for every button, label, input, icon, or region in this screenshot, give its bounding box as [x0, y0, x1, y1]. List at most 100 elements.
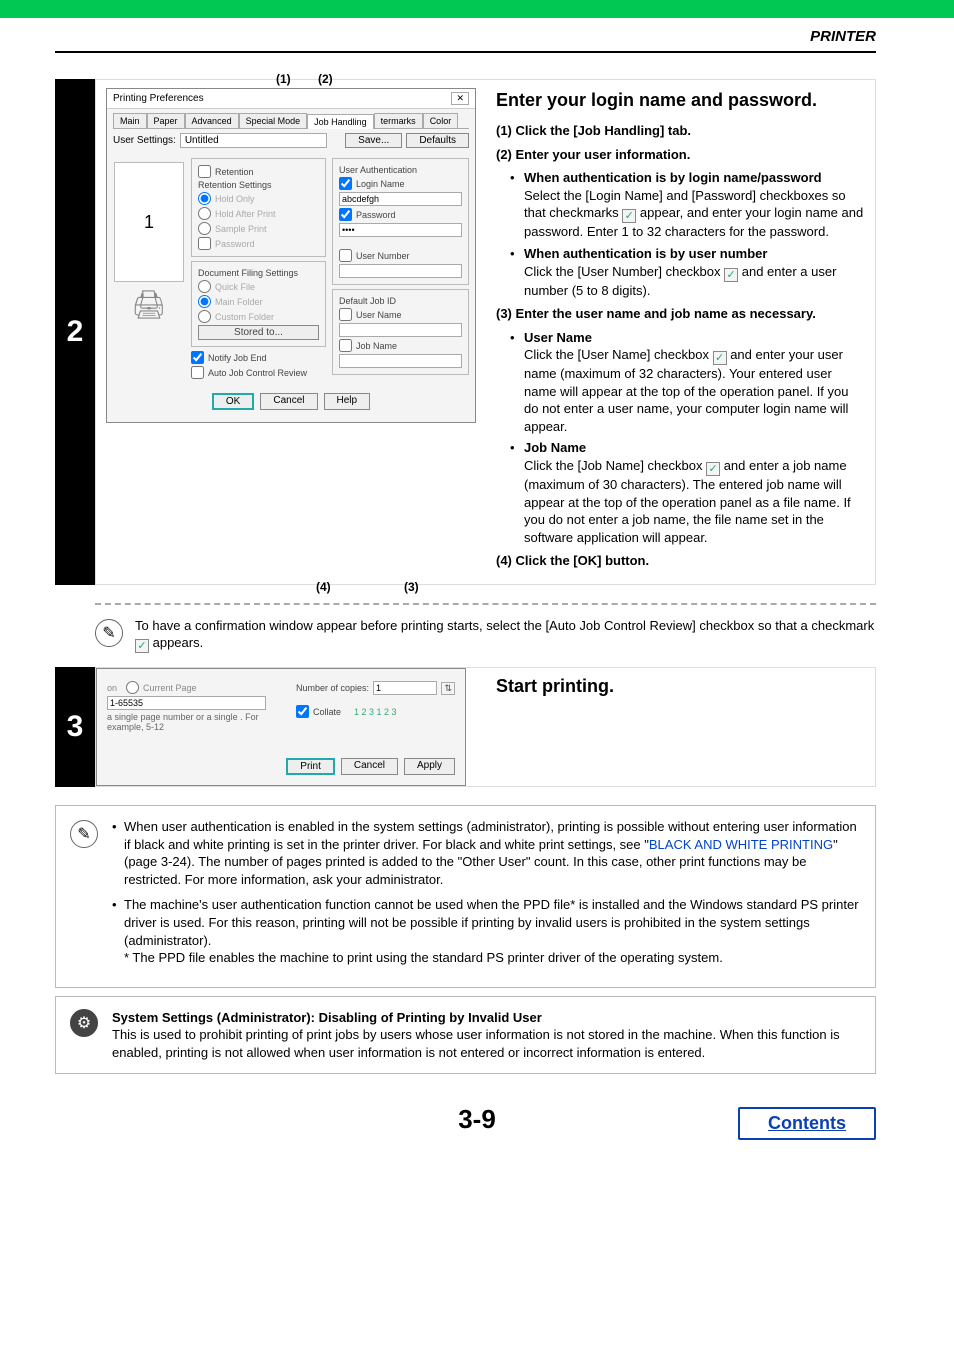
top-green-bar — [0, 0, 954, 18]
bw-printing-link[interactable]: BLACK AND WHITE PRINTING — [649, 837, 833, 852]
login-name-checkbox[interactable] — [339, 177, 352, 190]
tab-watermarks[interactable]: termarks — [374, 113, 423, 128]
user-auth-title: User Authentication — [339, 165, 462, 175]
info-p2: The machine's user authentication functi… — [124, 897, 859, 947]
defaults-button[interactable]: Defaults — [406, 133, 469, 148]
tab-paper[interactable]: Paper — [147, 113, 185, 128]
auto-review-label: Auto Job Control Review — [208, 368, 307, 378]
collate-label: Collate — [313, 707, 341, 717]
quick-file-radio[interactable] — [198, 280, 211, 293]
contents-button[interactable]: Contents — [738, 1107, 876, 1140]
user-number-input[interactable] — [339, 264, 462, 278]
password-input[interactable] — [339, 223, 462, 237]
step-number-3: 3 — [55, 667, 95, 787]
user-name-input[interactable] — [339, 323, 462, 337]
user-number-checkbox[interactable] — [339, 249, 352, 262]
step-2-row: 2 (1) (2) Printing Preferences ✕ Main Pa… — [0, 79, 876, 585]
notify-checkbox[interactable] — [191, 351, 204, 364]
pencil-note-icon: ✎ — [70, 820, 98, 848]
cancel-button[interactable]: Cancel — [260, 393, 317, 410]
auto-review-checkbox[interactable] — [191, 366, 204, 379]
custom-folder-label: Custom Folder — [215, 312, 274, 322]
copies-input[interactable] — [373, 681, 437, 695]
b3-body-a: Click the [User Name] checkbox — [524, 347, 713, 362]
printing-preferences-dialog: Printing Preferences ✕ Main Paper Advanc… — [106, 88, 476, 423]
section-header: PRINTER — [810, 28, 876, 45]
pencil-note-icon: ✎ — [95, 619, 123, 647]
i3-num: (3) — [496, 306, 512, 321]
hold-after-radio[interactable] — [198, 207, 211, 220]
print-button[interactable]: Print — [286, 758, 335, 775]
custom-folder-radio[interactable] — [198, 310, 211, 323]
retention-password-checkbox[interactable] — [198, 237, 211, 250]
preview-box: 1 — [114, 162, 184, 282]
user-name-label: User Name — [356, 310, 402, 320]
i4-num: (4) — [496, 553, 512, 568]
hold-only-radio[interactable] — [198, 192, 211, 205]
gear-title: System Settings (Administrator): Disabli… — [112, 1010, 542, 1025]
note-auto-review: ✎ To have a confirmation window appear b… — [0, 617, 876, 654]
apply-button[interactable]: Apply — [404, 758, 455, 775]
retention-checkbox[interactable] — [198, 165, 211, 178]
i1-txt: Click the [Job Handling] tab. — [516, 123, 692, 138]
i2-txt: Enter your user information. — [516, 147, 691, 162]
retention-settings-label: Retention Settings — [198, 180, 319, 190]
current-page-radio[interactable] — [126, 681, 139, 694]
system-settings-box: ⚙ System Settings (Administrator): Disab… — [55, 996, 876, 1075]
spinner-icon[interactable]: ⇅ — [441, 682, 455, 695]
i4-txt: Click the [OK] button. — [516, 553, 650, 568]
tab-special-mode[interactable]: Special Mode — [239, 113, 308, 128]
callout-3: (3) — [404, 580, 419, 594]
range-help: a single page number or a single . For e… — [107, 712, 266, 732]
copies-label: Number of copies: — [296, 683, 369, 693]
b4-title: Job Name — [524, 440, 586, 455]
user-name-checkbox[interactable] — [339, 308, 352, 321]
sample-print-radio[interactable] — [198, 222, 211, 235]
print-dialog: on Current Page a single page number or … — [96, 668, 466, 786]
ok-button[interactable]: OK — [212, 393, 254, 410]
help-button[interactable]: Help — [324, 393, 371, 410]
cancel-button[interactable]: Cancel — [341, 758, 398, 775]
tabs: Main Paper Advanced Special Mode Job Han… — [113, 113, 469, 129]
tab-advanced[interactable]: Advanced — [185, 113, 239, 128]
page-range-input[interactable] — [107, 696, 266, 710]
step-2-title: Enter your login name and password. — [496, 88, 865, 112]
retention-label: Retention — [215, 167, 254, 177]
i2-num: (2) — [496, 147, 512, 162]
callout-2: (2) — [318, 72, 333, 86]
checkmark-icon: ✓ — [622, 209, 636, 223]
job-name-checkbox[interactable] — [339, 339, 352, 352]
save-button[interactable]: Save... — [345, 133, 402, 148]
default-job-title: Default Job ID — [339, 296, 462, 306]
user-settings-select[interactable]: Untitled — [180, 133, 327, 148]
checkmark-icon: ✓ — [724, 268, 738, 282]
main-folder-radio[interactable] — [198, 295, 211, 308]
info-box: ✎ When user authentication is enabled in… — [55, 805, 876, 987]
job-name-input[interactable] — [339, 354, 462, 368]
collate-icon: 1 2 3 1 2 3 — [354, 707, 397, 717]
note-a: To have a confirmation window appear bef… — [135, 618, 874, 633]
login-name-input[interactable] — [339, 192, 462, 206]
collate-checkbox[interactable] — [296, 705, 309, 718]
checkmark-icon: ✓ — [135, 639, 149, 653]
job-name-label: Job Name — [356, 341, 397, 351]
tab-main[interactable]: Main — [113, 113, 147, 128]
gear-icon: ⚙ — [70, 1009, 98, 1037]
callout-4: (4) — [316, 580, 331, 594]
tab-job-handling[interactable]: Job Handling — [307, 114, 374, 129]
dialog-title: Printing Preferences — [113, 93, 204, 104]
tab-color[interactable]: Color — [423, 113, 459, 128]
b3-title: User Name — [524, 330, 592, 345]
gear-body: This is used to prohibit printing of pri… — [112, 1027, 840, 1060]
password-checkbox[interactable] — [339, 208, 352, 221]
close-icon[interactable]: ✕ — [451, 92, 469, 105]
i3-txt: Enter the user name and job name as nece… — [516, 306, 816, 321]
user-number-label: User Number — [356, 251, 410, 261]
step-3-body: on Current Page a single page number or … — [95, 667, 876, 787]
stored-to-button[interactable]: Stored to... — [198, 325, 319, 340]
quick-file-label: Quick File — [215, 282, 255, 292]
b1-title: When authentication is by login name/pas… — [524, 170, 822, 185]
printer-icon: 🖨 — [113, 288, 185, 321]
step-3-title: Start printing. — [496, 674, 875, 698]
dashed-divider — [95, 603, 876, 605]
